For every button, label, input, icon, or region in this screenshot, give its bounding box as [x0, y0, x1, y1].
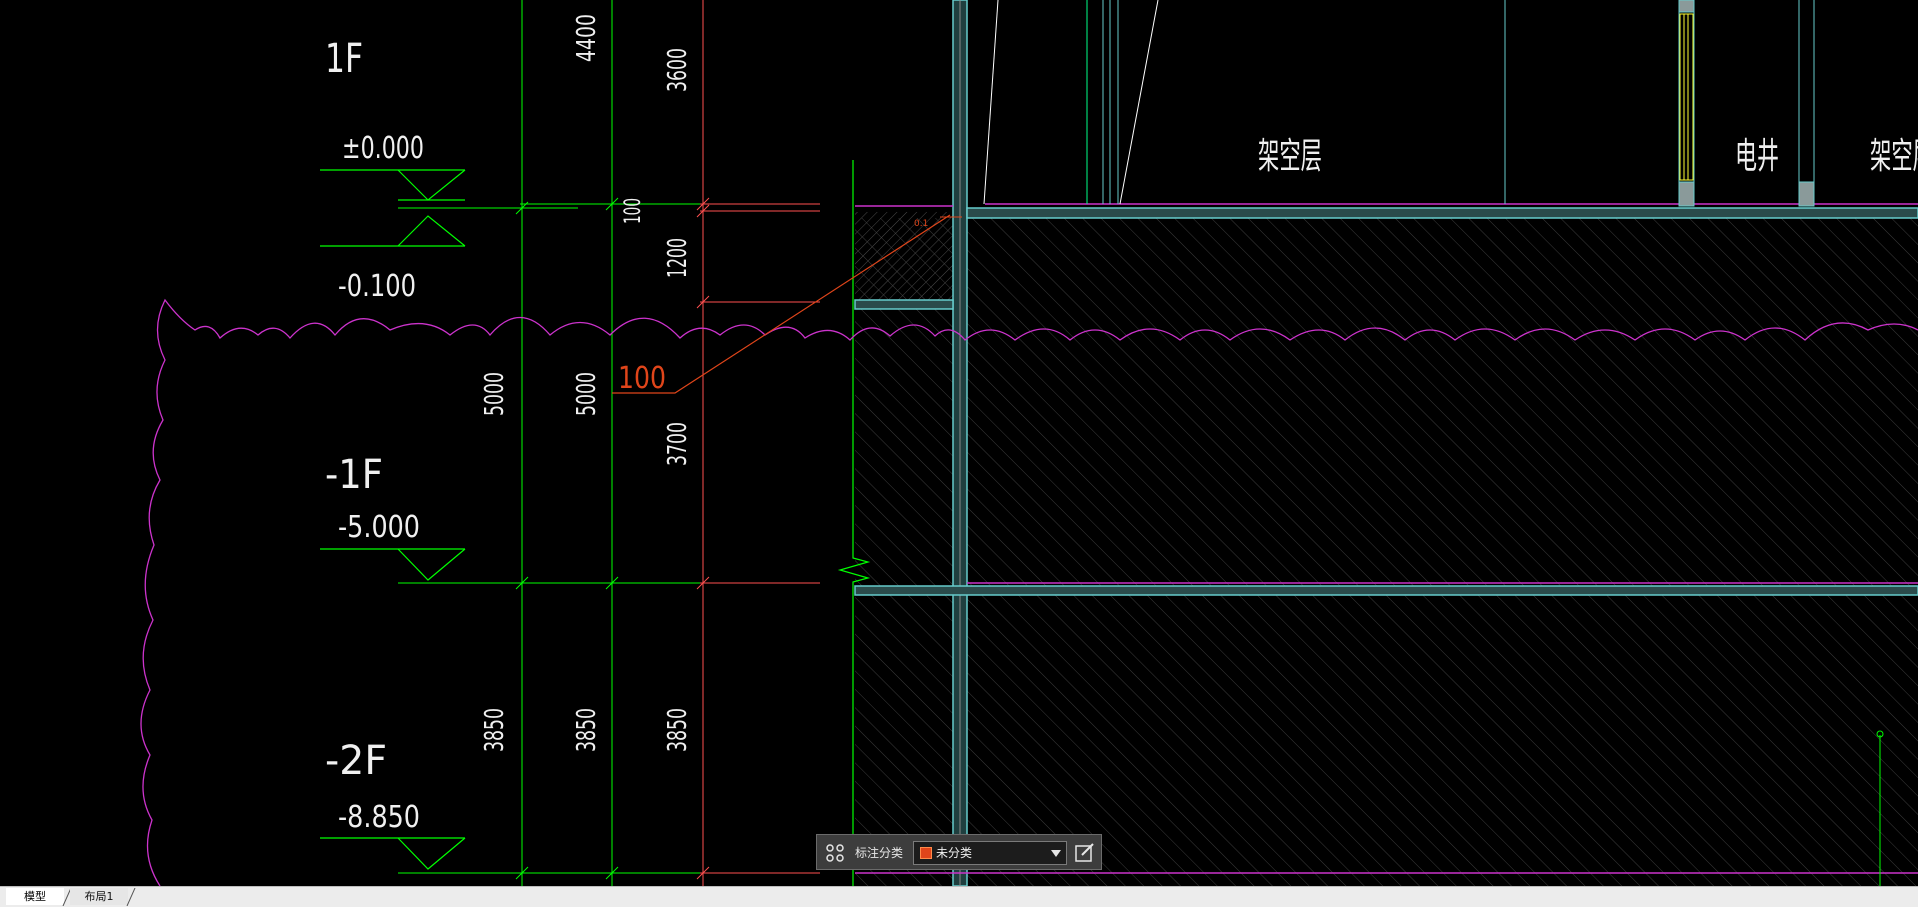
cad-drawing-canvas[interactable]: 1F ±0.000 -0.100 -1F -5.000 -2F -8.850 架…	[0, 0, 1918, 886]
small-mark-label: 0.1	[914, 219, 928, 229]
room-label-pilotis: 架空层	[1258, 136, 1322, 177]
tab-divider	[126, 888, 136, 906]
annotation-category-label: 标注分类	[855, 846, 904, 860]
dim-col2-5000: 5000	[572, 372, 602, 416]
annotation-category-toolbar: 标注分类 未分类	[816, 834, 1102, 870]
dim-col4-1200: 1200	[663, 238, 693, 278]
dim-col1-3850: 3850	[480, 708, 510, 752]
edit-category-button[interactable]	[1073, 841, 1097, 865]
dimension-extensions	[398, 203, 820, 874]
tab-layout1[interactable]: 布局1	[70, 888, 128, 905]
room-label-pilotis-2: 架空层	[1870, 136, 1918, 177]
cad-section-drawing: 1F ±0.000 -0.100 -1F -5.000 -2F -8.850 架…	[140, 0, 1918, 886]
dim-col2-4400: 4400	[572, 14, 602, 62]
dim-col4-3850: 3850	[663, 708, 693, 752]
leader-label: 100	[618, 361, 666, 396]
dim-col4-3600: 3600	[663, 48, 693, 92]
room-label-electric-shaft: 电井	[1735, 136, 1779, 177]
floor-label-b1: -1F	[325, 452, 383, 498]
annotation-category-select[interactable]: 未分类	[913, 841, 1067, 865]
slab-hatch	[855, 212, 953, 302]
tab-model[interactable]: 模型	[6, 888, 64, 905]
layout-tab-bar: 模型 布局1	[0, 886, 1918, 907]
dim-col1-5000: 5000	[480, 372, 510, 416]
soil-hatch-region	[855, 218, 1918, 886]
grid-icon	[826, 844, 844, 862]
chevron-down-icon	[1051, 850, 1061, 857]
floor-label-b2: -2F	[325, 738, 387, 784]
category-color-swatch	[920, 847, 932, 859]
edit-icon	[1075, 843, 1094, 862]
category-grid-button[interactable]	[823, 841, 847, 865]
category-select-value: 未分类	[936, 846, 973, 860]
elevation-sub: -0.100	[338, 269, 416, 304]
wall-column	[952, 0, 968, 886]
elevation-b1: -5.000	[338, 510, 420, 545]
dim-col3-100: 100	[621, 198, 646, 224]
dim-col4-3700: 3700	[663, 422, 693, 466]
floor-label-1f: 1F	[325, 36, 363, 82]
upper-room-lines	[983, 0, 1815, 205]
elevation-b2: -8.850	[338, 800, 420, 835]
dim-col2-3850: 3850	[572, 708, 602, 752]
elevation-1f: ±0.000	[342, 131, 424, 166]
